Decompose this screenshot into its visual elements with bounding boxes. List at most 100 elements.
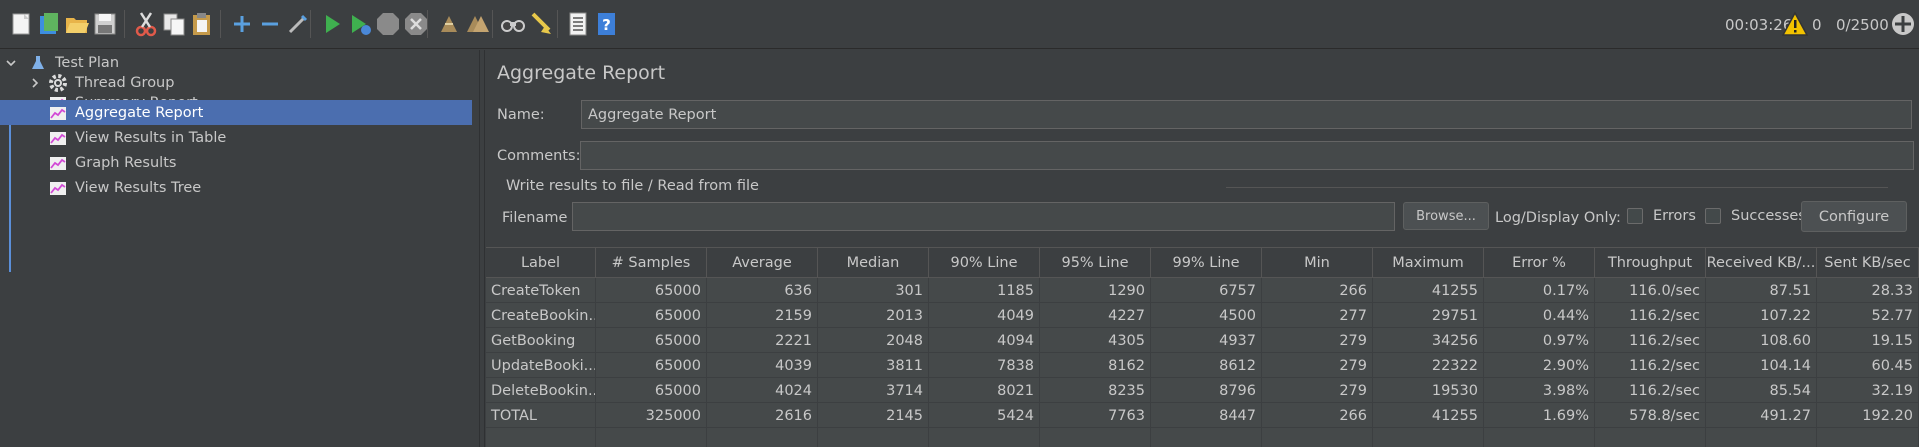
function-helper-icon[interactable] xyxy=(563,9,593,39)
column-header[interactable]: Error % xyxy=(1484,248,1595,278)
table-row[interactable]: TOTAL 325000 2616 2145 5424 7763 8447 266 41255 1… xyxy=(486,403,1919,428)
table-cell: 116.2/sec xyxy=(1595,378,1706,403)
empty-cell xyxy=(1484,428,1595,447)
table-cell: 52.77 xyxy=(1817,303,1919,328)
templates-icon[interactable] xyxy=(34,9,64,39)
table-cell: 2221 xyxy=(707,328,818,353)
table-row[interactable]: CreateBookin... 65000 2159 2013 4049 4227 4500… xyxy=(486,303,1919,328)
expand-icon[interactable] xyxy=(227,9,257,39)
column-header[interactable]: Sent KB/sec xyxy=(1817,248,1919,278)
table-cell: 0.17% xyxy=(1484,278,1595,303)
paste-icon[interactable] xyxy=(187,9,217,39)
table-cell: 85.54 xyxy=(1706,378,1817,403)
column-header[interactable]: Throughput xyxy=(1595,248,1706,278)
table-row[interactable]: DeleteBookin... 65000 4024 3714 8021 8235 8796… xyxy=(486,378,1919,403)
table-cell: 279 xyxy=(1262,378,1373,403)
table-cell: 192.20 xyxy=(1817,403,1919,428)
table-cell: 104.14 xyxy=(1706,353,1817,378)
table-cell: 2.90% xyxy=(1484,353,1595,378)
comments-field[interactable] xyxy=(580,141,1914,170)
table-cell: 5424 xyxy=(929,403,1040,428)
collapse-icon[interactable] xyxy=(255,9,285,39)
empty-cell xyxy=(1706,428,1817,447)
column-header[interactable]: Maximum xyxy=(1373,248,1484,278)
column-header[interactable]: # Samples xyxy=(596,248,707,278)
copy-icon[interactable] xyxy=(159,9,189,39)
clear-icon[interactable] xyxy=(434,9,464,39)
cut-icon[interactable] xyxy=(131,9,161,39)
table-cell: 8162 xyxy=(1040,353,1151,378)
table-cell: 29751 xyxy=(1373,303,1484,328)
new-icon[interactable] xyxy=(6,9,36,39)
reset-search-icon[interactable] xyxy=(526,9,556,39)
column-header[interactable]: Average xyxy=(707,248,818,278)
toolbar: ? 00:03:26 0 0/2500 xyxy=(0,0,1919,49)
table-cell: 32.19 xyxy=(1817,378,1919,403)
column-header[interactable]: 99% Line xyxy=(1151,248,1262,278)
errors-checkbox[interactable] xyxy=(1627,208,1643,224)
successes-checkbox[interactable] xyxy=(1705,208,1721,224)
warning-count: 0 xyxy=(1812,16,1822,34)
table-row[interactable]: GetBooking 65000 2221 2048 4094 4305 4937 279 34… xyxy=(486,328,1919,353)
table-header: Label # Samples Average Median 90% Line 95% L… xyxy=(486,247,1919,278)
column-header[interactable]: Received KB/... xyxy=(1706,248,1817,278)
tree-item-aggregate-report[interactable]: Aggregate Report xyxy=(0,100,472,125)
table-cell: TOTAL xyxy=(486,403,596,428)
column-header[interactable]: 90% Line xyxy=(929,248,1040,278)
column-header[interactable]: Min xyxy=(1262,248,1373,278)
tree-item-view-results-table[interactable]: View Results in Table xyxy=(48,125,226,150)
tree-item-view-results-tree[interactable]: View Results Tree xyxy=(48,175,201,200)
table-cell: 578.8/sec xyxy=(1595,403,1706,428)
table-cell: 60.45 xyxy=(1817,353,1919,378)
tree-label: Thread Group xyxy=(75,74,175,91)
table-cell: 22322 xyxy=(1373,353,1484,378)
table-cell: 116.2/sec xyxy=(1595,303,1706,328)
empty-row xyxy=(486,428,1919,447)
split-pane-divider[interactable] xyxy=(479,50,485,447)
report-icon xyxy=(48,128,68,148)
help-icon[interactable]: ? xyxy=(591,9,621,39)
table-cell: 0.44% xyxy=(1484,303,1595,328)
table-cell: 41255 xyxy=(1373,278,1484,303)
column-header[interactable]: Median xyxy=(818,248,929,278)
table-cell: 65000 xyxy=(596,278,707,303)
remote-indicator-icon[interactable] xyxy=(1890,11,1916,41)
toolbar-separator xyxy=(492,10,493,38)
empty-cell xyxy=(707,428,818,447)
table-cell: 325000 xyxy=(596,403,707,428)
toggle-icon[interactable] xyxy=(283,9,313,39)
table-row[interactable]: UpdateBooki... 65000 4039 3811 7838 8162 8612 2… xyxy=(486,353,1919,378)
column-header[interactable]: 95% Line xyxy=(1040,248,1151,278)
chevron-right-icon[interactable] xyxy=(28,73,42,93)
table-cell: 3714 xyxy=(818,378,929,403)
table-cell: 65000 xyxy=(596,353,707,378)
report-icon xyxy=(48,103,68,123)
fieldset-legend: Write results to file / Read from file xyxy=(506,178,759,194)
table-cell: 4049 xyxy=(929,303,1040,328)
toolbar-separator xyxy=(220,10,221,38)
start-no-pauses-icon[interactable] xyxy=(345,9,375,39)
browse-button[interactable]: Browse... xyxy=(1403,202,1489,230)
column-header[interactable]: Label xyxy=(486,248,596,278)
stop-icon[interactable] xyxy=(373,9,403,39)
empty-cell xyxy=(1151,428,1262,447)
chevron-down-icon[interactable] xyxy=(4,53,18,73)
filename-field[interactable] xyxy=(572,202,1395,231)
clear-all-icon[interactable] xyxy=(462,9,492,39)
search-icon[interactable] xyxy=(498,9,528,39)
warning-icon[interactable] xyxy=(1781,11,1809,41)
table-cell: 116.0/sec xyxy=(1595,278,1706,303)
save-icon[interactable] xyxy=(90,9,120,39)
tree-item-graph-results[interactable]: Graph Results xyxy=(48,150,176,175)
table-row[interactable]: CreateToken 65000 636 301 1185 1290 6757 266 412… xyxy=(486,278,1919,303)
table-cell: 4024 xyxy=(707,378,818,403)
open-icon[interactable] xyxy=(62,9,92,39)
page-title: Aggregate Report xyxy=(497,62,666,84)
empty-cell xyxy=(1595,428,1706,447)
name-field[interactable]: Aggregate Report xyxy=(581,100,1912,129)
configure-button[interactable]: Configure xyxy=(1801,201,1907,232)
start-icon[interactable] xyxy=(317,9,347,39)
empty-cell xyxy=(818,428,929,447)
tree-label: Graph Results xyxy=(75,154,177,171)
name-label: Name: xyxy=(497,107,545,123)
